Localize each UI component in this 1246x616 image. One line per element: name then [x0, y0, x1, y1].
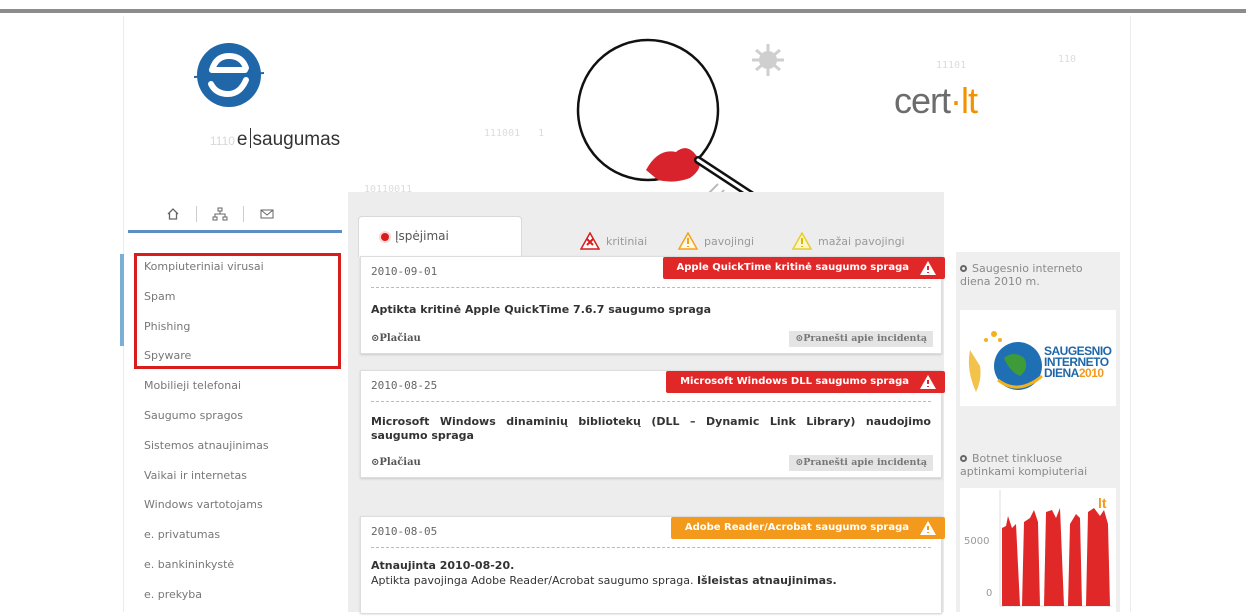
- legend-dangerous[interactable]: pavojingi: [678, 232, 754, 250]
- alert-banner[interactable]: Adobe Reader/Acrobat saugumo spraga: [670, 517, 945, 539]
- more-link[interactable]: ⊙Plačiau: [371, 333, 421, 344]
- report-label: Pranešti apie incidentą: [803, 333, 927, 344]
- legend-label: pavojingi: [704, 234, 755, 248]
- chart-tick-5000: 5000: [964, 536, 989, 547]
- alert-body: Aptikta pavojinga Adobe Reader/Acrobat s…: [371, 574, 931, 588]
- cert-lt-word: lt: [961, 80, 978, 121]
- cert-dot: ·: [950, 80, 962, 121]
- promo-line: DIENA2010: [1044, 366, 1112, 380]
- tab-label: Įspėjimai: [395, 229, 449, 243]
- alert-body-strong: Išleistas atnaujinimas.: [696, 574, 837, 587]
- alert-date: 2010-08-05: [371, 525, 438, 538]
- menu-accent-bar: [120, 254, 124, 346]
- chart-tick-0: 0: [986, 588, 992, 599]
- sidebar-item[interactable]: Mobilieji telefonai: [130, 371, 342, 401]
- sidebar-item[interactable]: Sistemos atnaujinimas: [130, 431, 342, 461]
- highlight-box: [134, 253, 341, 369]
- alert-card: 2010-09-01 Apple QuickTime kritinė saugu…: [360, 256, 945, 354]
- binary-decoration: 111001 1: [484, 128, 545, 139]
- right-box-title: Saugesnio interneto diena 2010 m.: [960, 262, 1083, 288]
- sidebar-item[interactable]: Windows vartotojams: [130, 490, 342, 520]
- nav-divider: [243, 206, 244, 222]
- bullet-icon: [960, 265, 967, 272]
- sidebar-item[interactable]: Saugumo spragos: [130, 401, 342, 431]
- alert-title[interactable]: Atnaujinta 2010-08-20.: [371, 559, 931, 573]
- dangerous-warning-icon: [678, 232, 698, 250]
- alert-date: 2010-09-01: [371, 265, 438, 278]
- more-link-label: Plačiau: [379, 457, 421, 468]
- cert-word: cert: [894, 80, 951, 121]
- virus-icon: [752, 44, 784, 76]
- alert-card: 2010-08-05 Adobe Reader/Acrobat saugumo …: [360, 516, 945, 613]
- logo-word-saugumas: saugumas: [252, 129, 341, 150]
- alert-title[interactable]: Microsoft Windows dinaminių bibliotekų (…: [371, 415, 931, 443]
- mail-icon[interactable]: [258, 206, 276, 222]
- warning-icon: [920, 521, 936, 535]
- nav-divider: [196, 206, 197, 222]
- alert-banner-text: Adobe Reader/Acrobat saugumo spraga: [684, 522, 909, 533]
- top-rule: [0, 9, 1246, 13]
- alert-banner-text: Microsoft Windows DLL saugumo spraga: [680, 376, 909, 387]
- warning-icon: [920, 261, 936, 275]
- sidebar-item[interactable]: e. bankininkystė: [130, 550, 342, 580]
- home-icon[interactable]: [164, 206, 182, 222]
- sitemap-icon[interactable]: [211, 206, 229, 222]
- botnet-chart[interactable]: 5000 0 lt: [960, 488, 1116, 612]
- legend-label: mažai pavojingi: [818, 234, 905, 248]
- sidebar-item[interactable]: e. prekyba: [130, 580, 342, 610]
- report-incident-button[interactable]: ⊙Pranešti apie incidentą: [789, 331, 933, 347]
- logo-divider: [249, 128, 251, 148]
- safer-internet-day-link[interactable]: Saugesnio interneto diena 2010 m.: [960, 262, 1116, 288]
- magnifier-illustration-icon: [576, 38, 784, 209]
- esaugumas-wordmark[interactable]: 1110 e saugumas: [210, 128, 340, 151]
- tab-warnings[interactable]: Įspėjimai: [358, 216, 522, 257]
- right-box-title: Botnet tinkluose aptinkami kompiuteriai: [960, 452, 1088, 478]
- legend-critical[interactable]: kritiniai: [580, 232, 647, 250]
- separator: [371, 547, 931, 548]
- cert-lt-logo[interactable]: cert·lt: [894, 80, 978, 122]
- more-link[interactable]: ⊙Plačiau: [371, 457, 421, 468]
- warning-icon: [920, 375, 936, 389]
- alert-date: 2010-08-25: [371, 379, 438, 392]
- esaugumas-logo-icon[interactable]: [194, 40, 264, 110]
- right-column: Saugesnio interneto diena 2010 m. SAUGES…: [956, 252, 1120, 612]
- botnet-link[interactable]: Botnet tinkluose aptinkami kompiuteriai: [960, 452, 1116, 478]
- binary-decoration: 110: [1058, 54, 1077, 65]
- promo-year: 2010: [1078, 366, 1104, 380]
- legend-label: kritiniai: [606, 234, 648, 248]
- alert-card: 2010-08-25 Microsoft Windows DLL saugumo…: [360, 370, 945, 478]
- logo-word-e: e: [236, 129, 248, 150]
- report-incident-button[interactable]: ⊙Pranešti apie incidentą: [789, 455, 933, 471]
- alert-body-text: Aptikta pavojinga Adobe Reader/Acrobat s…: [371, 574, 694, 587]
- page-container: 1110 e saugumas 111001 1 10110011 11101 11…: [120, 16, 1130, 613]
- active-dot-icon: [381, 233, 389, 241]
- utility-nav: [164, 206, 276, 222]
- safer-internet-day-banner[interactable]: SAUGESNIO INTERNETO DIENA2010: [960, 310, 1116, 406]
- separator: [371, 401, 931, 402]
- alert-title[interactable]: Aptikta kritinė Apple QuickTime 7.6.7 sa…: [371, 303, 931, 317]
- logo-binary: 1110: [210, 134, 235, 148]
- more-link-label: Plačiau: [379, 333, 421, 344]
- legend-low[interactable]: mažai pavojingi: [792, 232, 905, 250]
- promo-word: DIENA: [1044, 366, 1079, 380]
- bullet-icon: [960, 455, 967, 462]
- chart-lt-logo: lt: [1098, 495, 1107, 511]
- alert-banner-text: Apple QuickTime kritinė saugumo spraga: [676, 262, 909, 273]
- alert-banner[interactable]: Apple QuickTime kritinė saugumo spraga: [662, 257, 945, 279]
- low-warning-icon: [792, 232, 812, 250]
- critical-warning-icon: [580, 232, 600, 250]
- botnet-chart-graphic: 5000 0 lt: [964, 490, 1112, 607]
- separator: [371, 287, 931, 288]
- report-label: Pranešti apie incidentą: [803, 457, 927, 468]
- sidebar-item[interactable]: Vaikai ir internetas: [130, 461, 342, 491]
- binary-decoration: 11101: [936, 60, 967, 71]
- sidebar-item[interactable]: e. privatumas: [130, 520, 342, 550]
- nav-underline: [128, 230, 342, 233]
- alert-banner[interactable]: Microsoft Windows DLL saugumo spraga: [666, 371, 945, 393]
